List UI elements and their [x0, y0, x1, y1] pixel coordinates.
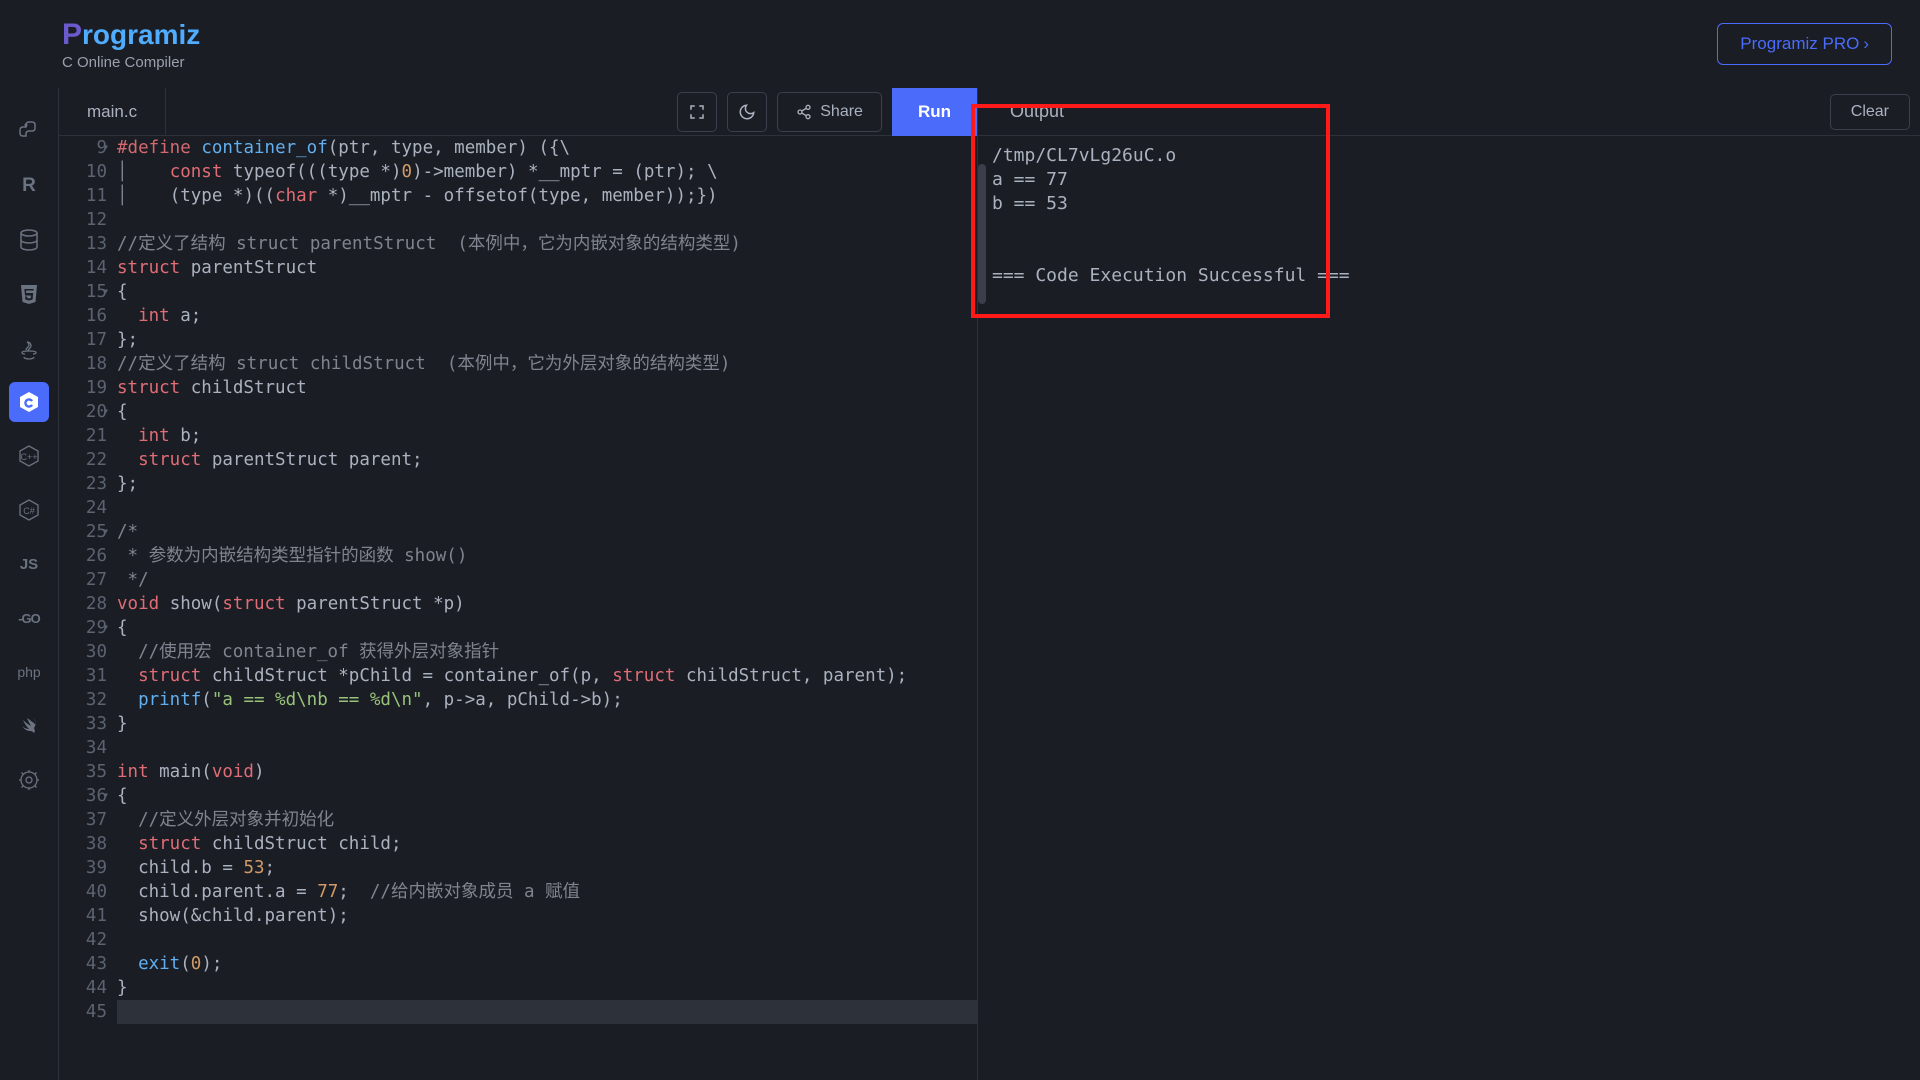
pro-label: Programiz PRO	[1740, 34, 1859, 54]
subtitle: C Online Compiler	[62, 54, 200, 71]
code-content[interactable]: #define container_of(ptr, type, member) …	[117, 136, 977, 1080]
theme-toggle-button[interactable]	[727, 92, 767, 132]
output-body[interactable]: /tmp/CL7vLg26uC.o a == 77 b == 53 === Co…	[978, 136, 1920, 1080]
language-sidebar: R C++ C# JS -GO php	[0, 88, 58, 1080]
lang-rust-icon[interactable]	[9, 760, 49, 800]
logo[interactable]: Programiz	[62, 18, 200, 52]
lang-cpp-icon[interactable]: C++	[9, 436, 49, 476]
lang-csharp-icon[interactable]: C#	[9, 490, 49, 530]
logo-area: Programiz C Online Compiler	[62, 18, 200, 71]
chevron-right-icon: ›	[1863, 34, 1869, 54]
output-title: Output	[1010, 101, 1064, 122]
output-pane: Output Clear /tmp/CL7vLg26uC.o a == 77 b…	[978, 88, 1920, 1080]
programiz-pro-button[interactable]: Programiz PRO ›	[1717, 23, 1892, 65]
output-scrollbar[interactable]	[978, 164, 986, 304]
lang-js-icon[interactable]: JS	[9, 544, 49, 584]
tab-main-c[interactable]: main.c	[59, 88, 166, 135]
logo-rest: rogramiz	[82, 19, 200, 51]
lang-c-icon[interactable]	[9, 382, 49, 422]
fullscreen-button[interactable]	[677, 92, 717, 132]
clear-button[interactable]: Clear	[1830, 94, 1910, 130]
lang-python-icon[interactable]	[9, 112, 49, 152]
run-button[interactable]: Run	[892, 88, 977, 136]
code-editor[interactable]: 9101112131415161718192021222324252627282…	[59, 136, 977, 1080]
lang-r-icon[interactable]: R	[9, 166, 49, 206]
share-label: Share	[820, 103, 863, 121]
main: R C++ C# JS -GO php main.c Share	[0, 88, 1920, 1080]
lang-go-icon[interactable]: -GO	[9, 598, 49, 638]
lang-php-icon[interactable]: php	[9, 652, 49, 692]
share-icon	[796, 104, 812, 120]
line-gutter: 9101112131415161718192021222324252627282…	[59, 136, 117, 1080]
lang-swift-icon[interactable]	[9, 706, 49, 746]
lang-html-icon[interactable]	[9, 274, 49, 314]
share-button[interactable]: Share	[777, 92, 882, 132]
logo-p: P	[62, 18, 82, 52]
lang-sql-icon[interactable]	[9, 220, 49, 260]
editor-header: main.c Share Run	[59, 88, 977, 136]
editor-actions: Share Run	[677, 88, 977, 136]
svg-text:C++: C++	[20, 452, 37, 462]
output-header: Output Clear	[978, 88, 1920, 136]
header: Programiz C Online Compiler Programiz PR…	[0, 0, 1920, 88]
lang-java-icon[interactable]	[9, 328, 49, 368]
editor-pane: main.c Share Run 91011121314151617181920…	[58, 88, 978, 1080]
svg-text:C#: C#	[23, 506, 35, 516]
